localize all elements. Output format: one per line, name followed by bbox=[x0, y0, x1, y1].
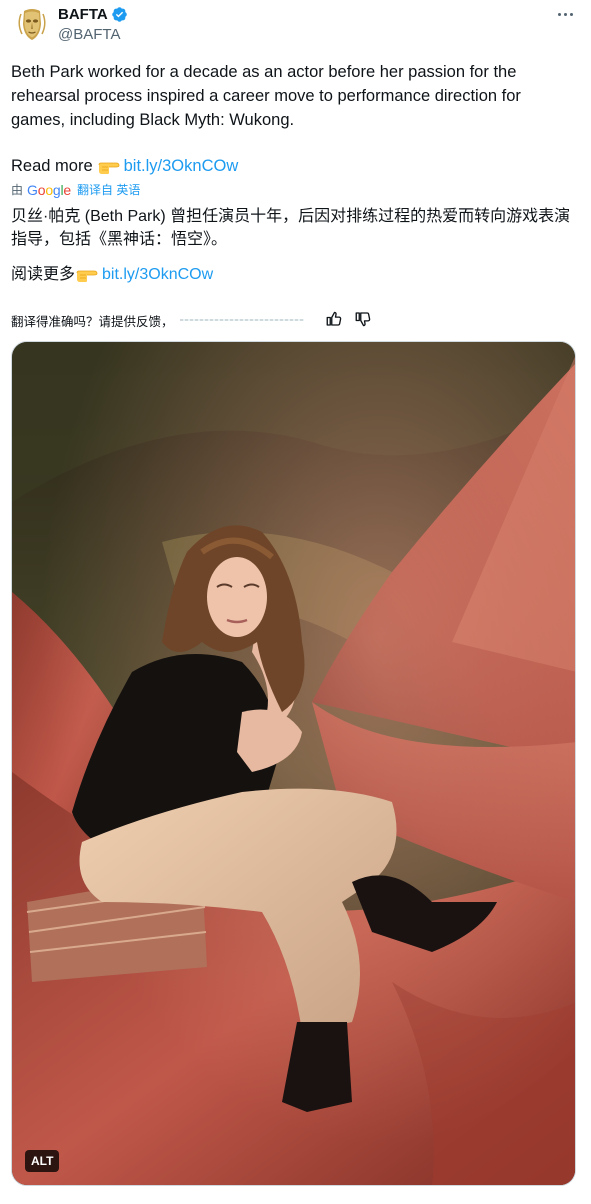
read-more-label: Read more bbox=[11, 157, 93, 175]
tweet-header: BAFTA @BAFTA bbox=[12, 4, 579, 48]
translation-source-link[interactable]: 翻译自 英语 bbox=[77, 182, 140, 198]
more-options-icon[interactable] bbox=[553, 4, 577, 24]
google-logo: Google bbox=[27, 182, 72, 198]
bafta-mask-logo-icon bbox=[12, 4, 52, 44]
thumbs-down-icon[interactable] bbox=[354, 310, 372, 328]
alt-text-badge[interactable]: ALT bbox=[25, 1150, 60, 1172]
verified-badge-icon bbox=[111, 7, 127, 22]
tweet-text: Beth Park worked for a decade as an acto… bbox=[11, 63, 521, 129]
avatar[interactable] bbox=[12, 4, 52, 44]
portrait-photo bbox=[12, 342, 575, 1185]
translated-tweet-link[interactable]: bit.ly/3OknCOw bbox=[102, 264, 213, 286]
tweet-photo[interactable]: ALT bbox=[11, 341, 576, 1186]
backhand-index-pointing-right-icon bbox=[76, 268, 98, 282]
translated-text: 贝丝·帕克 (Beth Park) 曾担任演员十年，后因对排练过程的热爱而转向游… bbox=[11, 208, 571, 248]
display-name-text[interactable]: BAFTA bbox=[58, 5, 108, 24]
account-names: BAFTA @BAFTA bbox=[58, 5, 128, 45]
feedback-prompt: 翻译得准确吗？请提供反馈， bbox=[11, 314, 174, 329]
translation-attribution: 由 Google 翻译自 英语 bbox=[11, 182, 140, 198]
translated-read-more-line: 阅读更多 bit.ly/3OknCOw bbox=[11, 264, 213, 286]
feedback-divider bbox=[179, 319, 304, 321]
display-name[interactable]: BAFTA bbox=[58, 5, 128, 24]
tweet-link[interactable]: bit.ly/3OknCOw bbox=[124, 155, 239, 177]
backhand-index-pointing-right-icon bbox=[98, 159, 120, 174]
handle[interactable]: @BAFTA bbox=[58, 25, 128, 45]
translated-read-more-label: 阅读更多 bbox=[11, 266, 76, 283]
thumbs-up-icon[interactable] bbox=[325, 310, 343, 328]
translation-feedback: 翻译得准确吗？请提供反馈， bbox=[11, 310, 304, 330]
read-more-line: Read more bit.ly/3OknCOw bbox=[11, 155, 238, 177]
translated-by-label: 由 bbox=[11, 183, 24, 197]
